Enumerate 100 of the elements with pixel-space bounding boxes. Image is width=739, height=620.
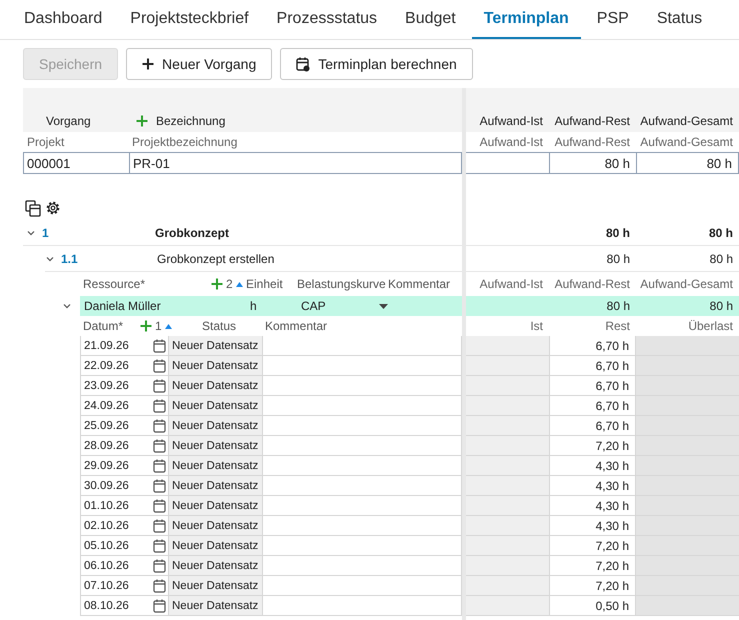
tab[interactable]: Terminplan (472, 0, 581, 39)
calendar-icon[interactable] (153, 518, 166, 532)
gear-icon[interactable] (45, 200, 61, 216)
column-header: Aufwand-Gesamt (640, 135, 733, 149)
task-title: Grobkonzept erstellen (157, 252, 274, 266)
column-header: Belastungskurve (297, 277, 387, 291)
calendar-icon[interactable] (153, 558, 166, 572)
table-cell: 0,50 h (549, 596, 636, 616)
table-cell: 6,70 h (549, 356, 636, 376)
copy-icon[interactable] (25, 200, 41, 216)
caret-icon[interactable] (379, 304, 388, 308)
calendar-icon[interactable] (153, 538, 166, 552)
table-cell: 80 h (636, 296, 739, 316)
table-cell: 6,70 h (549, 416, 636, 436)
table-cell: 7,20 h (549, 556, 636, 576)
column-header: Projekt (27, 135, 66, 149)
column-header: Kommentar (388, 277, 450, 291)
tab[interactable]: Status (644, 0, 714, 39)
column-header: Aufwand-Rest (554, 135, 630, 149)
task-title: Grobkonzept (155, 226, 229, 240)
toolbar-button[interactable]: Neuer Vorgang (126, 48, 272, 80)
column-header: Aufwand-Rest (554, 114, 630, 128)
status-cell: Neuer Datensatz (169, 336, 263, 355)
column-header: Rest (605, 319, 630, 333)
table-cell: 7,20 h (549, 436, 636, 456)
calendar-icon[interactable] (153, 338, 166, 352)
column-header: Status (202, 319, 238, 333)
table-cell: 7,20 h (549, 536, 636, 556)
table-cell: 4,30 h (549, 496, 636, 516)
chevron-icon[interactable] (62, 301, 72, 311)
table-cell: 80 h (549, 152, 636, 174)
status-cell: Neuer Datensatz (169, 516, 263, 535)
calendar-icon[interactable] (153, 358, 166, 372)
calendar-icon[interactable] (153, 598, 166, 612)
table-cell: 80 h (636, 220, 739, 246)
calendar-icon[interactable] (153, 378, 166, 392)
table-cell-text: 000001 (26, 154, 72, 172)
table-cell: 80 h (636, 246, 739, 272)
table-cell: 80 h (549, 220, 636, 246)
status-cell: Neuer Datensatz (169, 476, 263, 495)
column-header: Vorgang (45, 114, 92, 128)
calendar-icon[interactable] (153, 398, 166, 412)
toolbar-button[interactable]: Terminplan berechnen (280, 48, 473, 80)
column-header: Bezeichnung (156, 114, 226, 128)
table-cell-text: h (250, 299, 258, 313)
calendar-icon[interactable] (153, 438, 166, 452)
table-cell: 4,30 h (549, 476, 636, 496)
table-cell: 4,30 h (549, 516, 636, 536)
table-cell: 6,70 h (549, 396, 636, 416)
status-cell: Neuer Datensatz (169, 496, 263, 515)
sort-up-icon (236, 282, 243, 286)
column-header: Einheit (246, 277, 284, 291)
calendar-icon[interactable] (153, 458, 166, 472)
task-number: 1 (42, 226, 50, 240)
calendar-icon[interactable] (153, 498, 166, 512)
tab[interactable]: Budget (393, 0, 468, 39)
table-cell: 6,70 h (549, 336, 636, 356)
sort-count: 1 (155, 319, 162, 333)
table-cell-text: Daniela Müller (84, 299, 162, 313)
column-header: Projektbezeichnung (132, 135, 238, 149)
tab[interactable]: Dashboard (12, 0, 114, 39)
column-header: Aufwand-Ist (480, 135, 543, 149)
tab[interactable]: Prozessstatus (264, 0, 390, 39)
tab[interactable]: PSP (584, 0, 641, 39)
table-cell: 4,30 h (549, 456, 636, 476)
column-header: Aufwand-Gesamt (640, 114, 733, 128)
calendar-icon[interactable] (153, 478, 166, 492)
table-cell: 7,20 h (549, 576, 636, 596)
table-cell: 80 h (636, 152, 739, 174)
calendar-icon (296, 56, 310, 72)
column-header: Aufwand-Ist (480, 277, 543, 291)
status-cell: Neuer Datensatz (169, 576, 263, 595)
sort-up-icon (164, 324, 172, 328)
tab[interactable]: Projektsteckbrief (118, 0, 261, 39)
column-header: Überlast (688, 319, 733, 333)
task-number: 1.1 (61, 252, 79, 266)
resource-row[interactable]: Daniela Müller h CAP (80, 296, 462, 316)
status-cell: Neuer Datensatz (169, 556, 263, 575)
column-header: Kommentar (265, 319, 328, 333)
sort-count: 2 (226, 277, 233, 291)
table-cell: CAP (301, 299, 326, 313)
plus-icon[interactable] (142, 58, 154, 70)
column-header: Datum* (83, 319, 124, 333)
status-cell: Neuer Datensatz (169, 416, 263, 435)
status-cell: Neuer Datensatz (169, 456, 263, 475)
table-cell: PR-01 (129, 153, 461, 173)
table-cell: 80 h (549, 296, 636, 316)
column-header: Ist (530, 319, 543, 333)
table-cell: 80 h (549, 246, 636, 272)
status-cell: Neuer Datensatz (169, 596, 263, 615)
column-header: Aufwand-Rest (554, 277, 630, 291)
calendar-icon[interactable] (153, 578, 166, 592)
status-cell: Neuer Datensatz (169, 536, 263, 555)
column-header: Ressource* (83, 277, 146, 291)
status-cell: Neuer Datensatz (169, 356, 263, 375)
column-header: Aufwand-Ist (480, 114, 543, 128)
calendar-icon[interactable] (153, 418, 166, 432)
column-header: Aufwand-Gesamt (640, 277, 733, 291)
status-cell: Neuer Datensatz (169, 396, 263, 415)
table-cell: 6,70 h (549, 376, 636, 396)
